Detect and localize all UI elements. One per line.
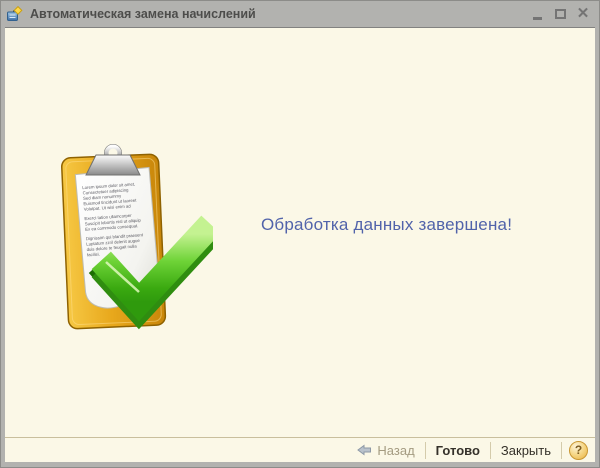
clipboard-checkmark-illustration: Lorem ipsum dolor sit amet, Consectetuer… — [55, 140, 213, 342]
back-button[interactable]: Назад — [353, 442, 417, 459]
window-body: Lorem ipsum dolor sit amet, Consectetuer… — [5, 27, 595, 462]
question-mark-icon: ? — [575, 443, 582, 457]
footer-separator — [561, 442, 562, 459]
minimize-icon — [533, 17, 542, 20]
close-button[interactable]: ✕ — [577, 7, 589, 21]
maximize-icon — [555, 9, 566, 19]
help-button[interactable]: ? — [569, 441, 588, 460]
footer-separator — [490, 442, 491, 459]
minimize-button[interactable] — [531, 7, 543, 21]
footer-button-bar: Назад Готово Закрыть ? — [5, 437, 595, 462]
footer-separator — [425, 442, 426, 459]
data-processor-icon — [6, 6, 23, 22]
back-button-label: Назад — [377, 443, 414, 458]
close-icon: ✕ — [577, 7, 590, 21]
window-controls: ✕ — [531, 7, 589, 21]
done-button-label: Готово — [436, 443, 480, 458]
close-window-button[interactable]: Закрыть — [498, 442, 554, 459]
clipboard-checkmark-icon: Lorem ipsum dolor sit amet, Consectetuer… — [55, 140, 213, 342]
wizard-window: Автоматическая замена начислений ✕ — [0, 0, 600, 468]
window-title: Автоматическая замена начислений — [30, 7, 524, 21]
content-area: Lorem ipsum dolor sit amet, Consectetuer… — [5, 28, 595, 437]
titlebar[interactable]: Автоматическая замена начислений ✕ — [1, 1, 599, 27]
completion-message: Обработка данных завершена! — [261, 215, 512, 235]
maximize-button[interactable] — [554, 7, 566, 21]
paper-text-line: facilisi. — [87, 251, 100, 257]
done-button[interactable]: Готово — [433, 442, 483, 459]
clipboard-clip — [86, 145, 140, 176]
close-button-label: Закрыть — [501, 443, 551, 458]
back-arrow-icon — [356, 444, 372, 456]
